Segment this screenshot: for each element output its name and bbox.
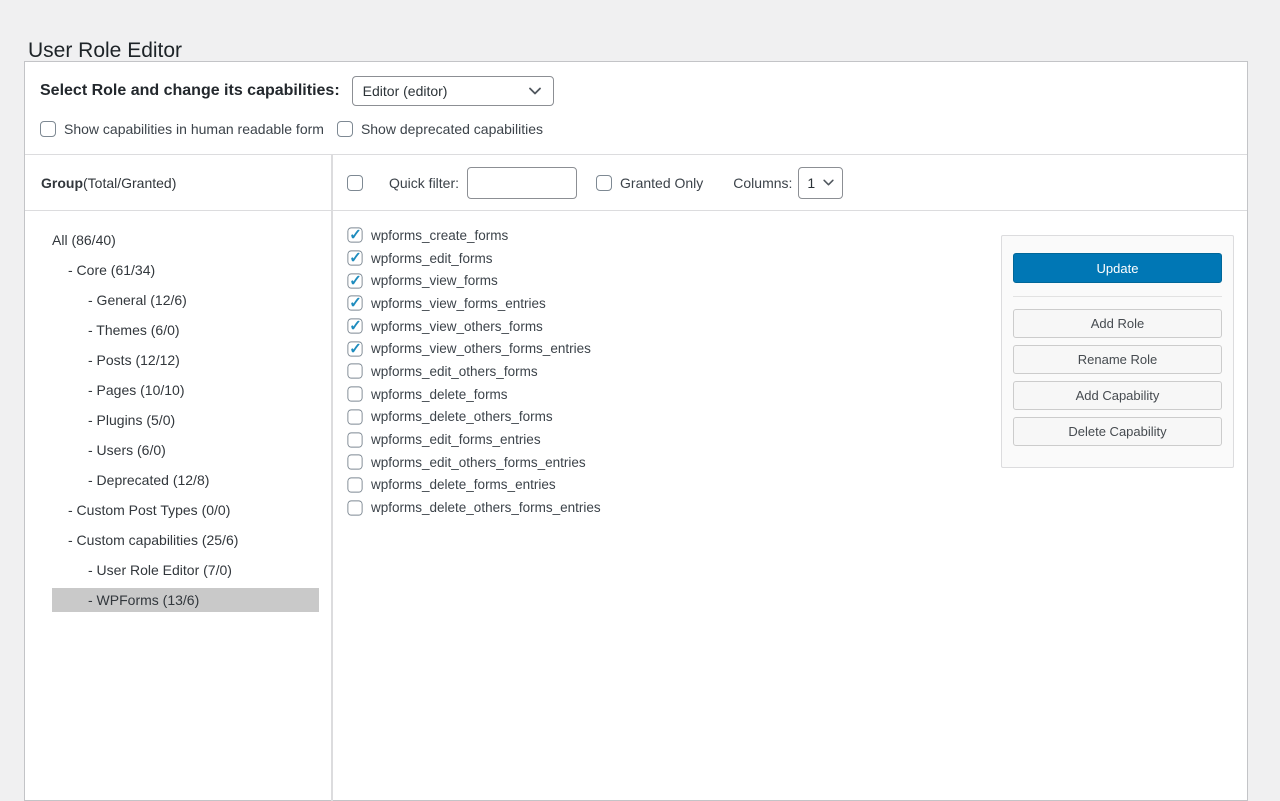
group-tree-item[interactable]: - User Role Editor (7/0) bbox=[25, 555, 331, 585]
columns-select-value: 1 bbox=[807, 175, 815, 191]
group-tree-item[interactable]: - Posts (12/12) bbox=[25, 345, 331, 375]
capability-name: wpforms_delete_others_forms_entries bbox=[371, 500, 601, 515]
top-section: Select Role and change its capabilities:… bbox=[25, 62, 1247, 155]
capabilities-column: Quick filter: Granted Only Columns: 1 wp… bbox=[331, 155, 1247, 801]
role-select-value: Editor (editor) bbox=[363, 83, 448, 99]
user-role-editor-panel: Select Role and change its capabilities:… bbox=[24, 61, 1248, 801]
capability-row: wpforms_edit_others_forms_entries bbox=[347, 451, 1001, 474]
chevron-down-icon bbox=[529, 87, 541, 95]
capability-row: wpforms_view_others_forms bbox=[347, 315, 1001, 338]
groups-column: Group (Total/Granted) All (86/40)- Core … bbox=[25, 155, 331, 801]
chevron-down-icon bbox=[823, 179, 834, 186]
capability-row: wpforms_delete_forms_entries bbox=[347, 474, 1001, 497]
deprecated-checkbox[interactable] bbox=[337, 121, 353, 137]
capability-name: wpforms_delete_others_forms bbox=[371, 409, 553, 424]
add-capability-button[interactable]: Add Capability bbox=[1013, 381, 1222, 410]
capability-row: wpforms_create_forms bbox=[347, 224, 1001, 247]
human-readable-checkbox[interactable] bbox=[40, 121, 56, 137]
group-tree-item[interactable]: - Plugins (5/0) bbox=[25, 405, 331, 435]
capability-checkbox[interactable] bbox=[347, 250, 362, 265]
select-all-checkbox[interactable] bbox=[347, 175, 363, 191]
capability-name: wpforms_view_forms_entries bbox=[371, 296, 546, 311]
capability-checkbox[interactable] bbox=[347, 228, 362, 243]
capability-row: wpforms_delete_others_forms bbox=[347, 406, 1001, 429]
capability-checkbox[interactable] bbox=[347, 273, 362, 288]
capability-name: wpforms_view_others_forms bbox=[371, 319, 543, 334]
capability-row: wpforms_delete_forms bbox=[347, 383, 1001, 406]
capability-name: wpforms_edit_forms_entries bbox=[371, 432, 541, 447]
group-tree-item[interactable]: - Deprecated (12/8) bbox=[25, 465, 331, 495]
add-role-button[interactable]: Add Role bbox=[1013, 309, 1222, 338]
capability-name: wpforms_edit_others_forms bbox=[371, 364, 538, 379]
group-tree-item[interactable]: - Custom capabilities (25/6) bbox=[25, 525, 331, 555]
capability-checkbox[interactable] bbox=[347, 432, 362, 447]
capability-row: wpforms_view_forms bbox=[347, 269, 1001, 292]
capability-checkbox[interactable] bbox=[347, 455, 362, 470]
human-readable-label: Show capabilities in human readable form bbox=[64, 121, 324, 137]
capability-list: wpforms_create_forms wpforms_edit_formswp… bbox=[333, 211, 1001, 519]
update-button[interactable]: Update bbox=[1013, 253, 1222, 283]
capability-row: wpforms_edit_forms_entries bbox=[347, 428, 1001, 451]
delete-capability-button[interactable]: Delete Capability bbox=[1013, 417, 1222, 446]
group-tree: All (86/40)- Core (61/34)- General (12/6… bbox=[25, 211, 331, 615]
capability-name: wpforms_create_forms bbox=[371, 228, 508, 243]
role-select[interactable]: Editor (editor) bbox=[352, 76, 554, 106]
capability-name: wpforms_edit_others_forms_entries bbox=[371, 455, 586, 470]
group-tree-item[interactable]: All (86/40) bbox=[25, 225, 331, 255]
capability-row: wpforms_edit_others_forms bbox=[347, 360, 1001, 383]
quick-filter-label: Quick filter: bbox=[389, 175, 459, 191]
capability-checkbox[interactable] bbox=[347, 318, 362, 333]
capability-checkbox[interactable] bbox=[347, 341, 362, 356]
group-tree-item-selected-label: - WPForms (13/6) bbox=[52, 588, 319, 612]
granted-only-label: Granted Only bbox=[620, 175, 703, 191]
groups-header: Group (Total/Granted) bbox=[25, 155, 331, 211]
capability-row: wpforms_edit_forms bbox=[347, 247, 1001, 270]
capability-row: wpforms_view_forms_entries bbox=[347, 292, 1001, 315]
capability-name: wpforms_delete_forms bbox=[371, 387, 508, 402]
group-tree-item[interactable]: - Users (6/0) bbox=[25, 435, 331, 465]
capability-checkbox[interactable] bbox=[347, 500, 362, 515]
group-tree-item[interactable]: - Custom Post Types (0/0) bbox=[25, 495, 331, 525]
capability-checkbox[interactable] bbox=[347, 477, 362, 492]
rename-role-button[interactable]: Rename Role bbox=[1013, 345, 1222, 374]
capability-name: wpforms_delete_forms_entries bbox=[371, 477, 556, 492]
actions-panel: Update Add Role Rename Role Add Capabili… bbox=[1001, 235, 1234, 468]
groups-header-bold: Group bbox=[41, 175, 83, 191]
select-role-label: Select Role and change its capabilities: bbox=[40, 82, 340, 100]
page-title: User Role Editor bbox=[28, 39, 182, 63]
capability-checkbox[interactable] bbox=[347, 409, 362, 424]
quick-filter-input[interactable] bbox=[467, 167, 577, 199]
group-tree-item[interactable]: - Core (61/34) bbox=[25, 255, 331, 285]
capability-name: wpforms_view_others_forms_entries bbox=[371, 341, 591, 356]
group-tree-item[interactable]: - Pages (10/10) bbox=[25, 375, 331, 405]
group-tree-item[interactable]: - WPForms (13/6) bbox=[25, 585, 331, 615]
capability-checkbox[interactable] bbox=[347, 387, 362, 402]
capability-checkbox[interactable] bbox=[347, 296, 362, 311]
filter-bar: Quick filter: Granted Only Columns: 1 bbox=[333, 155, 1247, 211]
group-tree-item[interactable]: - Themes (6/0) bbox=[25, 315, 331, 345]
granted-only-checkbox[interactable] bbox=[596, 175, 612, 191]
capability-name: wpforms_edit_forms bbox=[371, 251, 493, 266]
capability-row: wpforms_view_others_forms_entries bbox=[347, 337, 1001, 360]
columns-label: Columns: bbox=[733, 175, 792, 191]
panel-separator bbox=[1013, 296, 1222, 297]
capability-name: wpforms_view_forms bbox=[371, 273, 498, 288]
deprecated-label: Show deprecated capabilities bbox=[361, 121, 543, 137]
columns-select[interactable]: 1 bbox=[798, 167, 843, 199]
capability-checkbox[interactable] bbox=[347, 364, 362, 379]
group-tree-item[interactable]: - General (12/6) bbox=[25, 285, 331, 315]
capability-row: wpforms_delete_others_forms_entries bbox=[347, 496, 1001, 519]
groups-header-rest: (Total/Granted) bbox=[83, 175, 176, 191]
